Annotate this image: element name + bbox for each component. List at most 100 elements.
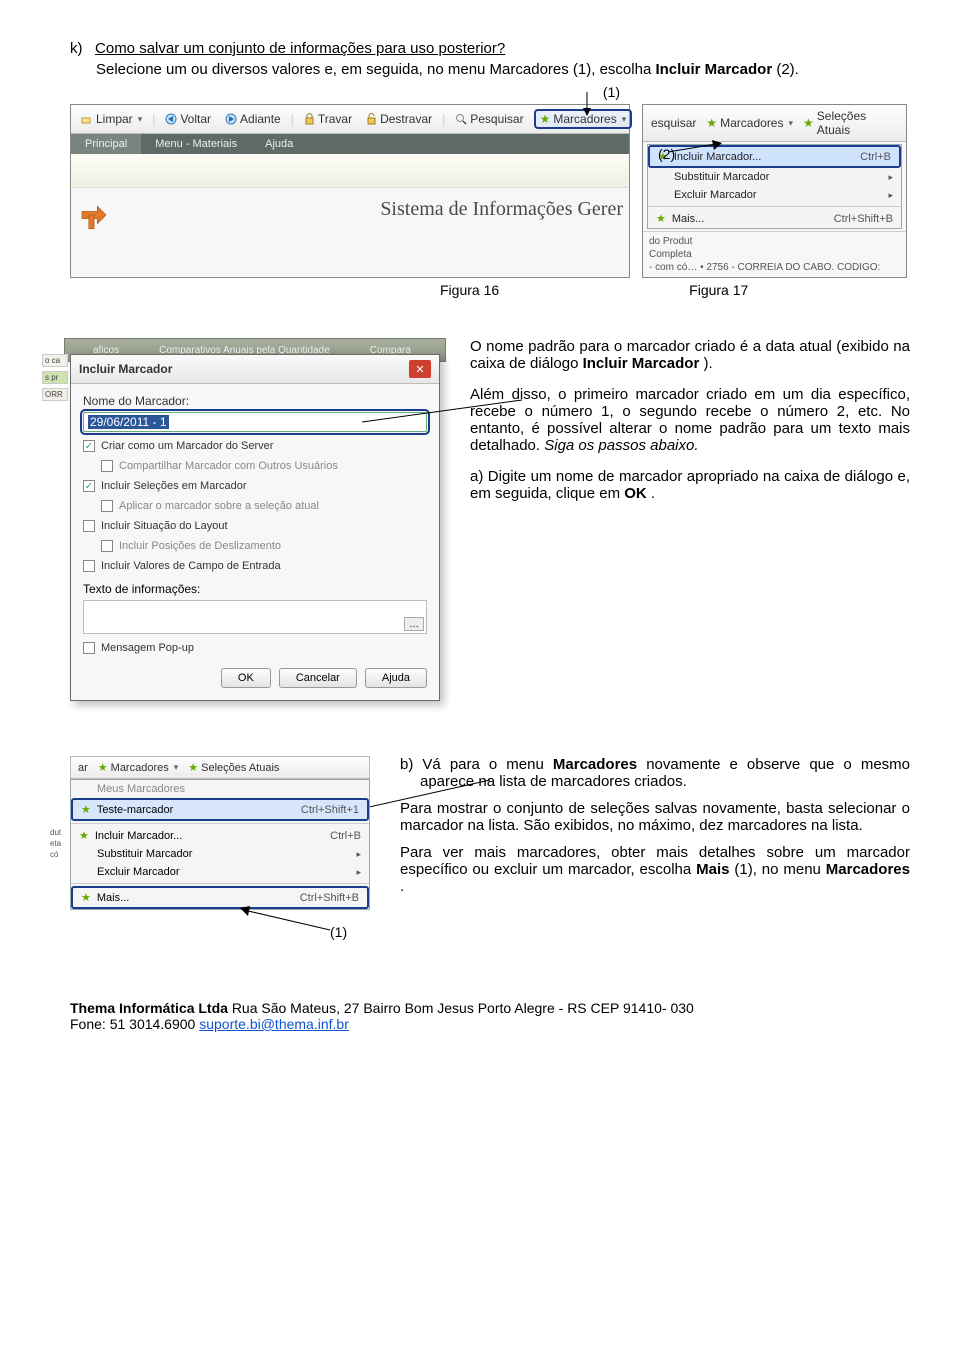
intro-paragraph: Selecione um ou diversos valores e, em s…	[96, 61, 910, 78]
checkbox-icon: ✓	[83, 440, 95, 452]
marker-name-value: 29/06/2011 - 1	[88, 415, 169, 429]
menu-mais[interactable]: ★ Mais... Ctrl+Shift+B	[648, 209, 901, 228]
menu2-teste-marcador[interactable]: ★ Teste-marcador Ctrl+Shift+1	[71, 798, 369, 821]
back-icon	[165, 113, 177, 125]
menu2: Meus Marcadores ★ Teste-marcador Ctrl+Sh…	[70, 779, 370, 910]
menu-excluir[interactable]: Excluir Marcador▸	[648, 186, 901, 204]
voltar-label: Voltar	[180, 112, 211, 126]
chk-slide[interactable]: Incluir Posições de Deslizamento	[101, 540, 427, 552]
menu-incluir-shortcut: Ctrl+B	[860, 151, 891, 163]
forward-icon	[225, 113, 237, 125]
checkbox-icon	[83, 520, 95, 532]
chk-selecoes[interactable]: ✓Incluir Seleções em Marcador	[83, 480, 427, 492]
travar-label: Travar	[318, 112, 352, 126]
menu2-top: ar ★Marcadores▾ ★Seleções Atuais	[70, 756, 370, 779]
star-icon: ★	[540, 112, 551, 126]
menu2-incluir[interactable]: ★ Incluir Marcador... Ctrl+B	[71, 826, 369, 845]
pesquisar-label: Pesquisar	[470, 112, 523, 126]
intro-text-post: (2).	[776, 61, 799, 78]
star-icon: ★	[79, 829, 89, 842]
unlock-icon	[366, 113, 377, 125]
footer-company: Thema Informática Ltda	[70, 1000, 228, 1016]
footer-email-link[interactable]: suporte.bi@thema.inf.br	[199, 1016, 349, 1032]
dialog-wrapper: aficos Comparativos Anuais pela Quantida…	[70, 338, 440, 701]
travar-button[interactable]: Travar	[300, 110, 356, 128]
tab-menu-materiais[interactable]: Menu - Materiais	[141, 134, 251, 154]
intro-text-pre: Selecione um ou diversos valores e, em s…	[96, 61, 655, 78]
checkbox-icon	[83, 642, 95, 654]
heading-prefix: k)	[70, 40, 83, 57]
dialog-left-strip: o ca s pr ORR	[42, 354, 68, 401]
fig17-marcadores[interactable]: ★Marcadores▾	[702, 107, 797, 139]
chevron-right-icon: ▸	[356, 867, 361, 878]
callout-1-low: (1)	[330, 924, 347, 940]
name-label: Nome do Marcador:	[83, 394, 189, 408]
checkbox-icon	[101, 500, 113, 512]
footer-address: Rua São Mateus, 27 Bairro Bom Jesus Port…	[232, 1000, 694, 1016]
tab-principal[interactable]: Principal	[71, 134, 141, 154]
fig17-below: do Produt Completa - com có… • 2756 - CO…	[643, 231, 906, 277]
chevron-right-icon: ▸	[888, 172, 893, 183]
leader-arrow-2	[668, 140, 728, 164]
menu2-meus: Meus Marcadores	[71, 780, 369, 798]
chevron-right-icon: ▸	[888, 190, 893, 201]
star-icon: ★	[706, 116, 717, 130]
fig16-banner	[71, 154, 629, 188]
chk-share[interactable]: Compartilhar Marcador com Outros Usuário…	[101, 460, 427, 472]
page-footer: Thema Informática Ltda Rua São Mateus, 2…	[70, 1000, 910, 1032]
adiante-button[interactable]: Adiante	[221, 110, 285, 128]
limpar-button[interactable]: Limpar▾	[77, 110, 146, 128]
info-textarea[interactable]: …	[83, 600, 427, 634]
intro-text-bold: Incluir Marcador	[655, 61, 772, 78]
section-heading: k) Como salvar um conjunto de informaçõe…	[70, 40, 910, 57]
arrow-logo-icon	[77, 198, 111, 232]
checkbox-icon	[101, 460, 113, 472]
chk-layout[interactable]: Incluir Situação do Layout	[83, 520, 427, 532]
star-icon: ★	[98, 761, 108, 774]
voltar-button[interactable]: Voltar	[161, 110, 215, 128]
chk-apply[interactable]: Aplicar o marcador sobre a seleção atual	[101, 500, 427, 512]
tab-ajuda[interactable]: Ajuda	[251, 134, 307, 154]
chevron-right-icon: ▸	[356, 849, 361, 860]
fig17-pesquisar[interactable]: esquisar	[647, 107, 700, 139]
limpar-label: Limpar	[96, 112, 133, 126]
chk-server[interactable]: ✓Criar como um Marcador do Server	[83, 440, 427, 452]
fig17-selecoes[interactable]: ★Seleções Atuais	[799, 107, 902, 139]
fig16-system-title: Sistema de Informações Gerer	[380, 198, 623, 221]
menu-mais-shortcut: Ctrl+Shift+B	[834, 213, 893, 225]
star-plus-icon: ★	[656, 212, 666, 225]
menu2-marcadores[interactable]: ★Marcadores▾	[94, 759, 182, 776]
destravar-label: Destravar	[380, 112, 432, 126]
ok-button[interactable]: OK	[221, 668, 271, 688]
help-button[interactable]: Ajuda	[365, 668, 427, 688]
heading-title: Como salvar um conjunto de informações p…	[95, 40, 505, 57]
right-text-mid: O nome padrão para o marcador criado é a…	[470, 338, 910, 516]
menu-substituir[interactable]: Substituir Marcador▸	[648, 168, 901, 186]
star-plus-icon: ★	[81, 891, 91, 904]
menu2-excluir[interactable]: Excluir Marcador▸	[71, 863, 369, 881]
leader-line-mid	[362, 398, 532, 428]
chk-popup[interactable]: Mensagem Pop-up	[83, 642, 427, 654]
menu2-selecoes[interactable]: ★Seleções Atuais	[184, 759, 283, 776]
fig17-top: esquisar ★Marcadores▾ ★Seleções Atuais	[643, 105, 906, 142]
fig16-content: Sistema de Informações Gerer	[71, 188, 629, 242]
figure-17: esquisar ★Marcadores▾ ★Seleções Atuais ★…	[642, 104, 907, 278]
cancel-button[interactable]: Cancelar	[279, 668, 357, 688]
ellipsis-button[interactable]: …	[404, 617, 424, 631]
menu2-side: dut eta có	[50, 828, 61, 859]
info-label: Texto de informações:	[83, 582, 427, 596]
leader-line-mais	[240, 906, 340, 936]
close-button[interactable]: ✕	[409, 360, 431, 378]
pesquisar-button[interactable]: Pesquisar	[451, 110, 527, 128]
menu2-substituir[interactable]: Substituir Marcador▸	[71, 845, 369, 863]
destravar-button[interactable]: Destravar	[362, 110, 436, 128]
menu2-ar[interactable]: ar	[74, 759, 92, 776]
fig16-toolbar: Limpar▾ | Voltar Adiante | Travar	[71, 105, 629, 134]
chk-entry[interactable]: Incluir Valores de Campo de Entrada	[83, 560, 427, 572]
fig16-tabbar: Principal Menu - Materiais Ajuda	[71, 134, 629, 154]
search-icon	[455, 113, 467, 125]
menu2-wrapper: ar ★Marcadores▾ ★Seleções Atuais Meus Ma…	[70, 756, 370, 910]
checkbox-icon	[83, 560, 95, 572]
figure-16: Limpar▾ | Voltar Adiante | Travar	[70, 104, 630, 278]
star-icon: ★	[81, 803, 91, 816]
